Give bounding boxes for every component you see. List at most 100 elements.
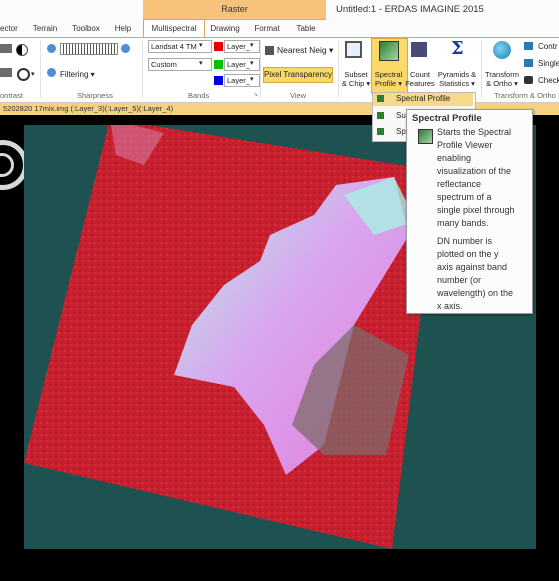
file-name: 5202820 17mix.img (:Layer_3)(:Layer_5)(:…	[3, 104, 174, 113]
sensor-dropdown-arrow-icon[interactable]: ▾	[199, 41, 203, 49]
custom-select-value: Custom	[151, 60, 177, 69]
raster-context-label: Raster	[221, 4, 248, 14]
custom-dropdown-arrow-icon[interactable]: ▾	[199, 59, 203, 67]
spectral-profile-label: Spectral Profile ▾	[372, 70, 405, 88]
tooltip-line: Profile Viewer	[437, 140, 493, 150]
count-features-icon[interactable]	[411, 42, 427, 57]
pyramids-label-line2: Statistics ▾	[439, 79, 475, 88]
count-label-line2: Features	[405, 79, 435, 88]
red-layer-select[interactable]: Layer_	[224, 40, 260, 53]
spatial-profile-menu-icon	[377, 128, 384, 135]
tab-help[interactable]: Help	[112, 20, 134, 37]
pyramids-label-line1: Pyramids &	[437, 70, 477, 79]
sigma-icon[interactable]: Σ	[451, 38, 464, 59]
separator	[142, 40, 143, 98]
window-title: Untitled:1 - ERDAS IMAGINE 2015	[336, 4, 484, 15]
filter-icon[interactable]	[47, 68, 56, 77]
single-point-button[interactable]: Single	[538, 59, 559, 68]
filtering-label: Filtering	[60, 70, 89, 79]
raster-context-tab[interactable]: Raster	[143, 0, 326, 20]
menu-item-spectral-profile-label: Spectral Profile	[396, 94, 451, 103]
menu-item-surface-profile[interactable]: Su	[396, 111, 406, 120]
bands-launcher-icon[interactable]: ↘	[253, 91, 258, 98]
count-features-button[interactable]: Count Features	[404, 70, 436, 88]
group-contrast-label: ontrast	[0, 91, 23, 100]
tooltip-title: Spectral Profile	[412, 113, 482, 124]
count-label-line1: Count	[409, 70, 430, 79]
tooltip-line: spectrum of a	[437, 192, 492, 202]
filtering-button[interactable]: Filtering ▾	[60, 70, 95, 79]
surface-profile-menu-icon	[377, 112, 384, 119]
spectral-label-line1: Spectral	[374, 70, 403, 79]
sharpen-more-icon[interactable]	[121, 44, 130, 53]
green-layer-select[interactable]: Layer_	[224, 58, 260, 71]
tooltip-spectral-icon	[418, 129, 433, 144]
tooltip-line: DN number is	[437, 236, 493, 246]
contrast-icon[interactable]	[0, 44, 12, 53]
spectral-profile-icon	[379, 41, 399, 61]
group-sharpness-label: Sharpness	[77, 91, 113, 100]
pixel-transparency-button[interactable]: Pixel Transparency	[263, 67, 333, 83]
control-points-button[interactable]: Contr	[538, 42, 558, 51]
tooltip-line: plotted on the y	[437, 249, 499, 259]
tab-vector[interactable]: ector	[0, 20, 18, 37]
tooltip-line: x axis.	[437, 301, 463, 311]
pyramids-statistics-button[interactable]: Pyramids & Statistics ▾	[436, 70, 478, 88]
green-band-swatch	[214, 60, 223, 69]
green-layer-arrow-icon[interactable]: ▾	[250, 59, 254, 67]
group-bands-label: Bands	[188, 91, 210, 100]
tooltip-line: reflectance	[437, 179, 482, 189]
spectral-profile-menu-icon	[377, 95, 384, 102]
separator	[481, 40, 482, 98]
sensor-select-value: Landsat 4 TM	[151, 42, 197, 51]
group-transform-label: Transform & Ortho	[494, 91, 556, 100]
menu-item-spatial-profile[interactable]: Sp	[396, 127, 406, 136]
transform-ortho-button[interactable]: Transform & Ortho ▾	[484, 70, 520, 88]
tooltip-line: visualization of the	[437, 166, 512, 176]
transform-label-line1: Transform	[485, 70, 519, 79]
tooltip-line: number (or	[437, 275, 482, 285]
subset-chip-button[interactable]: Subset & Chip ▾	[340, 70, 372, 88]
tooltip-line: enabling	[437, 153, 472, 163]
tab-multispectral[interactable]: Multispectral	[143, 19, 205, 38]
blue-band-swatch	[214, 76, 223, 85]
blue-layer-select[interactable]: Layer_	[224, 74, 260, 87]
tooltip-line: axis against band	[437, 262, 508, 272]
tab-drawing[interactable]: Drawing	[208, 20, 242, 37]
resample-icon	[265, 46, 274, 55]
sharpness-slider[interactable]	[60, 43, 118, 55]
check-accuracy-button[interactable]: Check	[538, 76, 559, 85]
sharpen-icon[interactable]	[47, 44, 56, 53]
separator	[260, 40, 261, 98]
tab-terrain[interactable]: Terrain	[30, 20, 60, 37]
tooltip-line: single pixel through	[437, 205, 515, 215]
pixel-transparency-label: Pixel Transparency	[264, 70, 333, 79]
green-layer-value: Layer_	[227, 60, 250, 69]
dropdown-arrow-icon[interactable]: ▾	[31, 70, 35, 78]
tab-toolbox[interactable]: Toolbox	[70, 20, 102, 37]
control-points-icon[interactable]	[524, 42, 533, 50]
blue-layer-arrow-icon[interactable]: ▾	[250, 75, 254, 83]
red-band-swatch	[214, 42, 223, 51]
check-accuracy-icon[interactable]	[524, 76, 533, 84]
subset-chip-icon[interactable]	[345, 41, 362, 58]
tooltip-line: wavelength) on the	[437, 288, 514, 298]
subset-label-line1: Subset	[344, 70, 368, 79]
contrast-circle-icon[interactable]	[17, 68, 30, 81]
resample-select[interactable]: Nearest Neig ▾	[277, 45, 333, 56]
tab-table[interactable]: Table	[292, 20, 320, 37]
resample-select-value: Nearest Neig	[277, 45, 327, 55]
red-layer-arrow-icon[interactable]: ▾	[250, 41, 254, 49]
separator	[40, 40, 41, 98]
blue-layer-value: Layer_	[227, 76, 250, 85]
single-point-icon[interactable]	[524, 59, 533, 67]
red-layer-value: Layer_	[227, 42, 250, 51]
transform-globe-icon[interactable]	[493, 41, 511, 59]
group-view-label: View	[290, 91, 307, 100]
histogram-icon[interactable]	[0, 68, 12, 77]
spectral-label-line2: Profile ▾	[374, 79, 403, 88]
tooltip-line: many bands.	[437, 218, 489, 228]
tab-format[interactable]: Format	[252, 20, 282, 37]
brightness-icon[interactable]	[16, 44, 28, 56]
separator	[338, 40, 339, 98]
